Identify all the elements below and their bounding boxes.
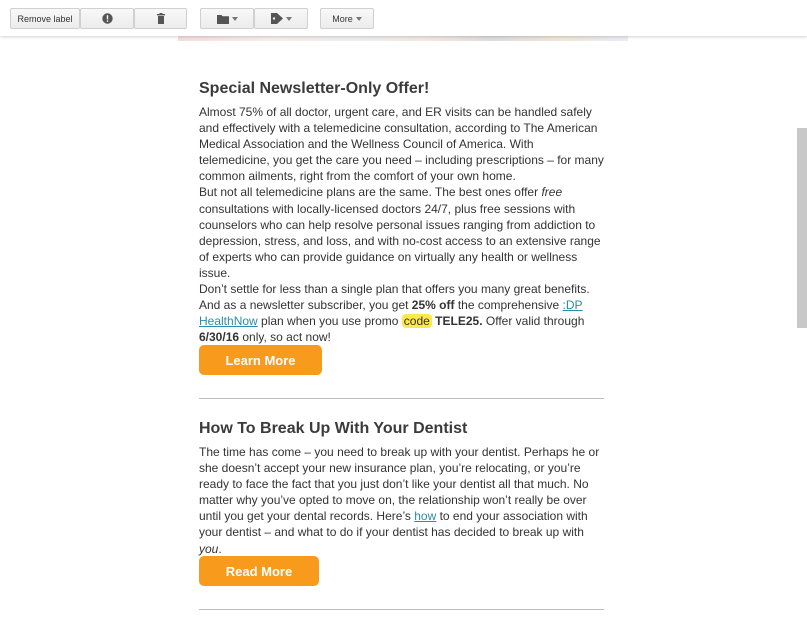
delete-icon [156,13,166,24]
paragraph-text: But not all telemedicine plans are the s… [199,185,542,200]
emphasis-text: you [199,541,219,556]
chevron-down-icon [355,16,362,21]
chevron-down-icon [285,16,292,21]
article-title: How To Break Up With Your Dentist [199,420,468,437]
article-title: Special Newsletter-Only Offer! [199,80,430,97]
remove-label-button[interactable]: Remove label [10,8,80,29]
report-spam-icon [101,13,113,24]
paragraph-text: the comprehensive [454,298,563,313]
labels-button[interactable] [254,8,308,29]
paragraph-text: . [218,541,222,556]
label-icon [270,13,283,24]
report-spam-button[interactable] [80,8,134,29]
more-text: More [332,13,353,24]
paragraph-text: consultations with locally-licensed doct… [199,201,601,280]
read-more-label: Read More [225,563,293,579]
paragraph-text: Offer valid through [482,314,585,329]
article-dentist: How To Break Up With Your Dentist The ti… [199,420,604,557]
learn-more-button[interactable]: Learn More [199,345,322,375]
remove-label-text: Remove label [17,13,73,24]
toolbar: Remove label More [0,0,807,36]
article-body: Almost 75% of all doctor, urgent care, a… [199,104,604,345]
article-body: The time has come – you need to break up… [199,444,604,557]
paragraph-text: plan when you use promo [257,314,402,329]
paragraph-text: Almost 75% of all doctor, urgent care, a… [199,105,604,184]
read-more-button[interactable]: Read More [199,556,319,586]
highlighted-code-word: code [401,314,432,329]
learn-more-label: Learn More [225,352,296,368]
scrollbar[interactable] [797,128,807,328]
expiry-date-text: 6/30/16 [199,330,240,345]
delete-button[interactable] [134,8,187,29]
paragraph-text: only, so act now! [239,330,331,345]
hero-image [178,36,628,41]
folder-icon [216,14,229,24]
how-link[interactable]: how [414,509,436,523]
divider [199,398,604,399]
divider [199,609,604,610]
move-to-button[interactable] [200,8,254,29]
article-newsletter-offer: Special Newsletter-Only Offer! Almost 75… [199,80,604,345]
promo-code-text: TELE25. [435,314,483,329]
emphasis-text: free [541,185,563,200]
chevron-down-icon [231,16,238,21]
discount-text: 25% off [411,298,455,313]
more-button[interactable]: More [320,8,374,29]
